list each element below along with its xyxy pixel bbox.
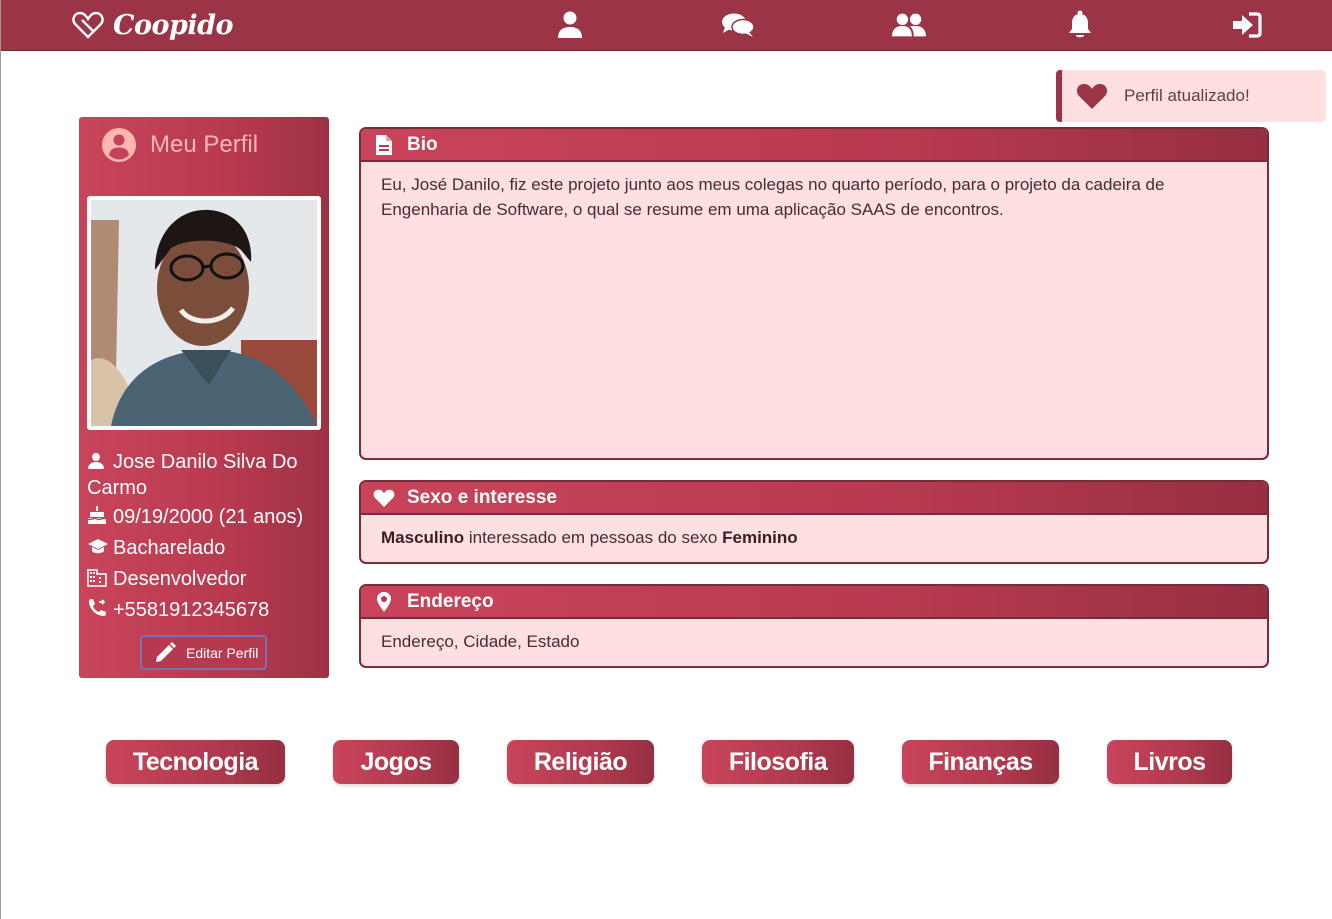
nav-friends[interactable] (892, 9, 926, 41)
sexo-interesse-text: Masculino interessado em pessoas do sexo… (361, 515, 1267, 560)
users-icon (892, 13, 926, 37)
cake-icon (87, 506, 107, 524)
tag-financas[interactable]: Finanças (902, 740, 1059, 784)
bio-header: Bio (361, 129, 1267, 162)
building-icon (87, 569, 107, 587)
heart-icon (1076, 84, 1108, 109)
interest-connector: interessado em pessoas do sexo (464, 528, 723, 547)
tag-filosofia[interactable]: Filosofia (702, 740, 854, 784)
bio-panel: Bio Eu, José Danilo, fiz este projeto ju… (359, 127, 1269, 460)
user-circle-icon (102, 128, 136, 162)
profile-job-row: Desenvolvedor (87, 567, 327, 593)
sign-in-icon (1233, 12, 1262, 38)
interest-value: Feminino (722, 528, 798, 547)
tag-religiao[interactable]: Religião (507, 740, 654, 784)
profile-birthday: 09/19/2000 (21 anos) (113, 506, 304, 528)
edit-profile-label: Editar Perfil (186, 644, 259, 661)
profile-phone-row: +5581912345678 (87, 598, 327, 624)
edit-profile-button[interactable]: Editar Perfil (140, 635, 267, 670)
location-pin-icon (377, 591, 391, 612)
endereco-title: Endereço (407, 590, 494, 612)
hearts-logo-icon (72, 11, 104, 39)
brand-name: Coopido (113, 9, 234, 41)
profile-job: Desenvolvedor (113, 568, 247, 590)
nav-profile[interactable] (553, 9, 587, 41)
endereco-panel: Endereço Endereço, Cidade, Estado (359, 584, 1269, 668)
profile-education-row: Bacharelado (87, 536, 327, 562)
gender-value: Masculino (381, 528, 465, 547)
profile-info: Jose Danilo Silva Do Carmo 09/19/2000 (2… (87, 450, 327, 629)
avatar (91, 200, 317, 426)
profile-photo (87, 196, 321, 430)
tag-tecnologia[interactable]: Tecnologia (106, 740, 285, 784)
bio-text: Eu, José Danilo, fiz este projeto junto … (381, 175, 1165, 219)
sexo-interesse-title: Sexo e interesse (407, 486, 557, 508)
heart-icon (373, 489, 395, 507)
sexo-interesse-panel: Sexo e interesse Masculino interessado e… (359, 480, 1269, 564)
pencil-icon (156, 641, 176, 662)
tag-livros[interactable]: Livros (1107, 740, 1232, 784)
bell-icon (1069, 10, 1091, 38)
sexo-interesse-header: Sexo e interesse (361, 482, 1267, 515)
profile-name: Jose Danilo Silva Do Carmo (87, 451, 298, 499)
document-icon (376, 134, 392, 155)
profile-phone: +5581912345678 (113, 599, 270, 621)
brand-logo[interactable]: Coopido (71, 8, 234, 42)
user-icon (558, 11, 582, 38)
nav-notifications[interactable] (1063, 9, 1097, 41)
profile-birthday-row: 09/19/2000 (21 anos) (87, 505, 327, 531)
person-icon (88, 453, 104, 469)
profile-education: Bacharelado (113, 537, 226, 559)
endereco-text: Endereço, Cidade, Estado (381, 632, 580, 651)
profile-card: Meu Perfil Jose Danilo Silva Do Carmo 09… (79, 117, 329, 678)
nav-sign-in[interactable] (1229, 9, 1263, 41)
bio-title: Bio (407, 133, 438, 155)
nav-messages[interactable] (721, 9, 755, 41)
interest-tags: Tecnologia Jogos Religião Filosofia Fina… (1, 740, 1332, 784)
top-navbar: Coopido (1, 0, 1332, 51)
chat-icon (722, 13, 755, 37)
graduation-cap-icon (88, 539, 108, 554)
toast-message: Perfil atualizado! (1124, 86, 1250, 105)
phone-forward-icon (89, 599, 106, 616)
endereco-header: Endereço (361, 586, 1267, 619)
profile-name-row: Jose Danilo Silva Do Carmo (87, 450, 327, 500)
profile-card-header: Meu Perfil (101, 127, 258, 163)
tag-jogos[interactable]: Jogos (333, 740, 459, 784)
profile-card-title: Meu Perfil (150, 131, 259, 158)
toast-notification: Perfil atualizado! (1056, 70, 1326, 122)
